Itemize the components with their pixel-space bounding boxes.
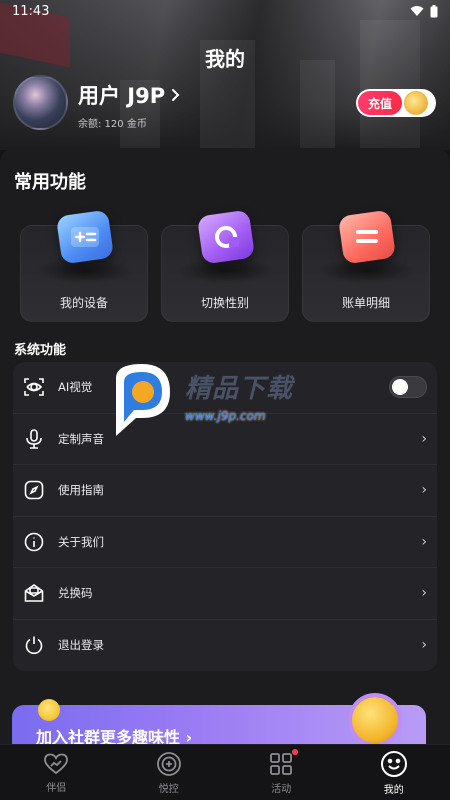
tab-mine-label: 我的 xyxy=(383,784,404,796)
bill-detail-icon xyxy=(337,209,397,265)
tab-control-label: 悦控 xyxy=(158,783,179,795)
compass-icon xyxy=(23,479,45,501)
switch-gender-label: 切换性别 xyxy=(200,296,249,310)
logout-label: 退出登录 xyxy=(58,638,104,653)
chevron-right-icon xyxy=(172,89,180,101)
custom-voice-label: 定制声音 xyxy=(58,431,104,446)
common-functions-title: 常用功能 xyxy=(14,172,86,193)
redeem-label: 兑换码 xyxy=(58,586,93,601)
coupon-envelope-icon xyxy=(23,582,45,604)
microphone-icon xyxy=(23,428,45,450)
switch-gender-card[interactable]: 切换性别 xyxy=(161,209,289,322)
grid-icon xyxy=(270,752,293,775)
power-icon xyxy=(23,634,45,656)
recharge-button[interactable]: 充值 xyxy=(356,89,436,117)
list-item-ai-vision[interactable]: AI视觉 xyxy=(13,362,437,414)
chevron-right-icon: › xyxy=(421,585,427,602)
list-item-guide[interactable]: 使用指南 › xyxy=(13,465,437,517)
mascot-headphones-icon xyxy=(352,697,398,743)
bill-detail-card[interactable]: 账单明细 xyxy=(302,209,430,322)
notification-badge xyxy=(292,748,299,755)
ai-vision-label: AI视觉 xyxy=(58,380,93,395)
ai-vision-toggle[interactable] xyxy=(389,376,427,399)
balance-text: 余额: 120 金币 xyxy=(78,119,147,130)
heart-icon xyxy=(44,753,69,774)
bottom-tab-bar: 伴侣 悦控 活动 我的 xyxy=(0,744,450,800)
common-functions-grid: 我的设备 切换性别 账单明细 xyxy=(20,209,430,322)
list-item-redeem[interactable]: 兑换码 › xyxy=(13,568,437,620)
device-card-label: 我的设备 xyxy=(59,296,108,310)
recharge-label: 充值 xyxy=(358,91,403,115)
tab-mine[interactable]: 我的 xyxy=(359,750,429,796)
guide-label: 使用指南 xyxy=(58,483,104,498)
device-card-icon xyxy=(55,209,115,265)
about-label: 关于我们 xyxy=(58,534,104,549)
system-functions-list: AI视觉 定制声音 › 使用指南 › 关于我们 › 兑换码 › 退出登录 › xyxy=(13,362,437,671)
avatar[interactable] xyxy=(13,75,68,130)
battery-icon xyxy=(430,4,438,17)
tab-partner-label: 伴侣 xyxy=(46,782,67,794)
switch-gender-icon xyxy=(196,209,256,265)
chevron-right-icon: › xyxy=(421,482,427,499)
page-title: 我的 xyxy=(205,47,245,71)
status-icons xyxy=(410,4,438,18)
list-item-custom-voice[interactable]: 定制声音 › xyxy=(13,414,437,465)
list-item-logout[interactable]: 退出登录 › xyxy=(13,620,437,672)
username-link[interactable]: 用户 J9P xyxy=(78,80,180,110)
chevron-right-icon: › xyxy=(421,637,427,654)
mascot-icon xyxy=(38,699,60,721)
tab-partner[interactable]: 伴侣 xyxy=(21,752,91,794)
bill-detail-label: 账单明细 xyxy=(341,296,390,310)
list-item-about[interactable]: 关于我们 › xyxy=(13,517,437,568)
ai-vision-icon xyxy=(23,376,45,398)
system-functions-title: 系统功能 xyxy=(14,343,67,358)
plus-circle-icon xyxy=(156,751,181,776)
username: 用户 J9P xyxy=(78,84,166,108)
tab-activity[interactable]: 活动 xyxy=(246,748,316,795)
device-card[interactable]: 我的设备 xyxy=(20,209,148,322)
chevron-right-icon: › xyxy=(421,533,427,550)
status-bar: 11:43 xyxy=(0,0,450,22)
coin-icon xyxy=(404,91,429,115)
header-background xyxy=(0,0,450,150)
info-icon xyxy=(23,531,45,553)
status-time: 11:43 xyxy=(12,3,50,19)
smile-face-icon xyxy=(380,750,407,777)
chevron-right-icon: › xyxy=(421,430,427,447)
wifi-icon xyxy=(410,6,424,16)
tab-activity-label: 活动 xyxy=(271,783,292,795)
tab-control[interactable]: 悦控 xyxy=(134,751,204,795)
